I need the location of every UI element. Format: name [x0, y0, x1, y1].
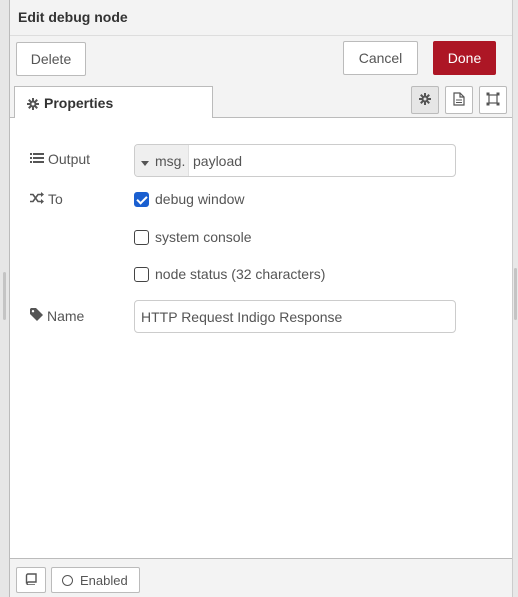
delete-button[interactable]: Delete — [16, 42, 86, 76]
done-button[interactable]: Done — [433, 41, 496, 75]
node-status-label: node status (32 characters) — [155, 266, 326, 282]
enabled-label: Enabled — [80, 572, 128, 588]
circle-icon — [62, 574, 73, 586]
tag-icon — [30, 308, 43, 324]
caret-down-icon — [141, 153, 149, 169]
enabled-toggle[interactable]: Enabled — [51, 567, 140, 593]
system-console-label: system console — [155, 229, 252, 245]
name-label: Name — [30, 308, 84, 324]
properties-form: Output msg. payload To debug window syst… — [10, 118, 512, 558]
name-label-text: Name — [47, 308, 85, 324]
tray-header: Edit debug node — [10, 0, 512, 36]
help-button[interactable] — [16, 567, 46, 593]
document-icon — [453, 91, 465, 109]
debug-window-option[interactable]: debug window — [134, 191, 245, 207]
output-label-text: Output — [48, 151, 91, 167]
cancel-button[interactable]: Cancel — [343, 41, 418, 75]
output-type-prefix: msg. — [155, 152, 186, 169]
tray-footer: Enabled — [10, 558, 512, 597]
tab-bar: Properties — [10, 82, 512, 119]
system-console-option[interactable]: system console — [134, 229, 251, 245]
output-value[interactable]: payload — [189, 145, 242, 176]
name-input[interactable] — [134, 300, 456, 333]
output-label: Output — [30, 151, 90, 167]
frame-icon — [486, 92, 500, 109]
debug-window-checkbox[interactable] — [134, 191, 149, 207]
gear-icon — [27, 97, 39, 113]
left-panel-edge — [0, 0, 10, 597]
gear-icon — [419, 92, 431, 108]
list-icon — [30, 151, 44, 167]
output-typed-input[interactable]: msg. payload — [134, 144, 456, 177]
tray-toolbar: Delete Cancel Done — [10, 36, 512, 82]
output-type-select[interactable]: msg. — [135, 145, 189, 176]
right-panel-edge — [512, 0, 518, 597]
description-tab-button[interactable] — [445, 86, 473, 114]
system-console-checkbox[interactable] — [134, 229, 149, 245]
settings-tab-button[interactable] — [411, 86, 439, 114]
to-label-text: To — [48, 191, 63, 207]
tray-title: Edit debug node — [18, 9, 128, 25]
resize-handle[interactable] — [514, 268, 517, 320]
tab-properties-label: Properties — [44, 95, 114, 111]
edit-tray: Edit debug node Delete Cancel Done Prope… — [10, 0, 512, 597]
to-label: To — [30, 191, 63, 207]
tab-properties[interactable]: Properties — [14, 86, 213, 119]
shuffle-icon — [30, 191, 44, 207]
node-status-option[interactable]: node status (32 characters) — [134, 266, 325, 282]
resize-handle[interactable] — [3, 272, 6, 320]
book-icon — [25, 572, 37, 588]
debug-window-label: debug window — [155, 191, 245, 207]
appearance-tab-button[interactable] — [479, 86, 507, 114]
node-status-checkbox[interactable] — [134, 266, 149, 282]
